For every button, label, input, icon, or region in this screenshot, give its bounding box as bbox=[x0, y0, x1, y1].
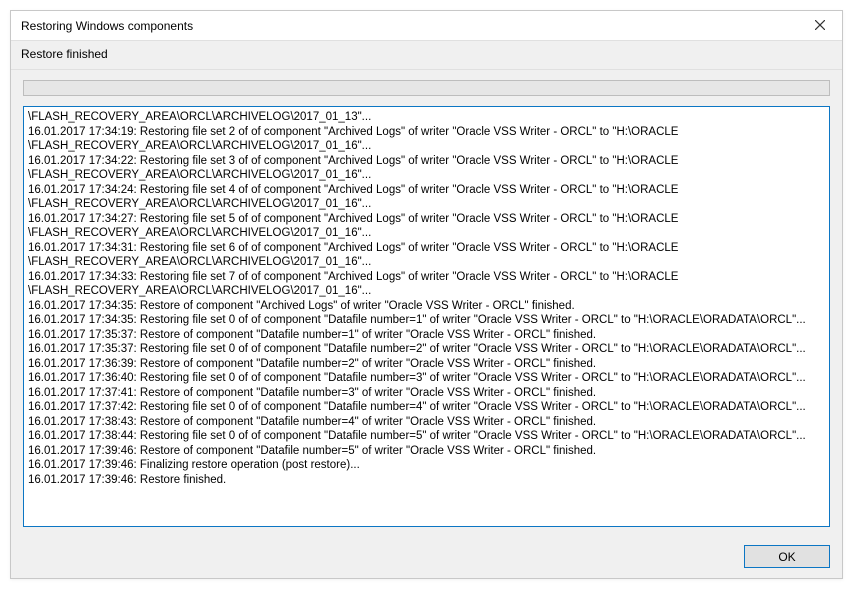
ok-button[interactable]: OK bbox=[744, 545, 830, 568]
log-line: 16.01.2017 17:36:39: Restore of componen… bbox=[28, 357, 825, 372]
log-line: 16.01.2017 17:35:37: Restoring file set … bbox=[28, 342, 825, 357]
dialog-footer: OK bbox=[11, 537, 842, 578]
log-line: 16.01.2017 17:39:46: Finalizing restore … bbox=[28, 458, 825, 473]
log-line: 16.01.2017 17:37:42: Restoring file set … bbox=[28, 400, 825, 415]
log-output[interactable]: \FLASH_RECOVERY_AREA\ORCL\ARCHIVELOG\201… bbox=[23, 106, 830, 527]
log-line: 16.01.2017 17:39:46: Restore finished. bbox=[28, 473, 825, 488]
log-line: 16.01.2017 17:34:27: Restoring file set … bbox=[28, 212, 825, 227]
log-line: 16.01.2017 17:34:35: Restore of componen… bbox=[28, 299, 825, 314]
log-line: 16.01.2017 17:34:24: Restoring file set … bbox=[28, 183, 825, 198]
dialog-title: Restoring Windows components bbox=[21, 19, 193, 33]
log-line: 16.01.2017 17:38:44: Restoring file set … bbox=[28, 429, 825, 444]
restore-dialog: Restoring Windows components Restore fin… bbox=[10, 10, 843, 579]
log-line: \FLASH_RECOVERY_AREA\ORCL\ARCHIVELOG\201… bbox=[28, 168, 825, 183]
log-line: \FLASH_RECOVERY_AREA\ORCL\ARCHIVELOG\201… bbox=[28, 284, 825, 299]
log-line: 16.01.2017 17:35:37: Restore of componen… bbox=[28, 328, 825, 343]
log-line: \FLASH_RECOVERY_AREA\ORCL\ARCHIVELOG\201… bbox=[28, 197, 825, 212]
log-line: \FLASH_RECOVERY_AREA\ORCL\ARCHIVELOG\201… bbox=[28, 139, 825, 154]
log-line: 16.01.2017 17:34:35: Restoring file set … bbox=[28, 313, 825, 328]
log-line: 16.01.2017 17:36:40: Restoring file set … bbox=[28, 371, 825, 386]
log-line: \FLASH_RECOVERY_AREA\ORCL\ARCHIVELOG\201… bbox=[28, 255, 825, 270]
log-line: 16.01.2017 17:39:46: Restore of componen… bbox=[28, 444, 825, 459]
log-line: \FLASH_RECOVERY_AREA\ORCL\ARCHIVELOG\201… bbox=[28, 110, 825, 125]
dialog-body: \FLASH_RECOVERY_AREA\ORCL\ARCHIVELOG\201… bbox=[11, 70, 842, 537]
log-line: \FLASH_RECOVERY_AREA\ORCL\ARCHIVELOG\201… bbox=[28, 226, 825, 241]
titlebar: Restoring Windows components bbox=[11, 11, 842, 41]
log-line: 16.01.2017 17:37:41: Restore of componen… bbox=[28, 386, 825, 401]
close-button[interactable] bbox=[806, 14, 834, 38]
log-line: 16.01.2017 17:34:33: Restoring file set … bbox=[28, 270, 825, 285]
log-line: 16.01.2017 17:38:43: Restore of componen… bbox=[28, 415, 825, 430]
progress-bar bbox=[23, 80, 830, 96]
status-text: Restore finished bbox=[11, 41, 842, 70]
log-line: 16.01.2017 17:34:19: Restoring file set … bbox=[28, 125, 825, 140]
log-line: 16.01.2017 17:34:22: Restoring file set … bbox=[28, 154, 825, 169]
log-line: 16.01.2017 17:34:31: Restoring file set … bbox=[28, 241, 825, 256]
close-icon bbox=[815, 19, 825, 33]
